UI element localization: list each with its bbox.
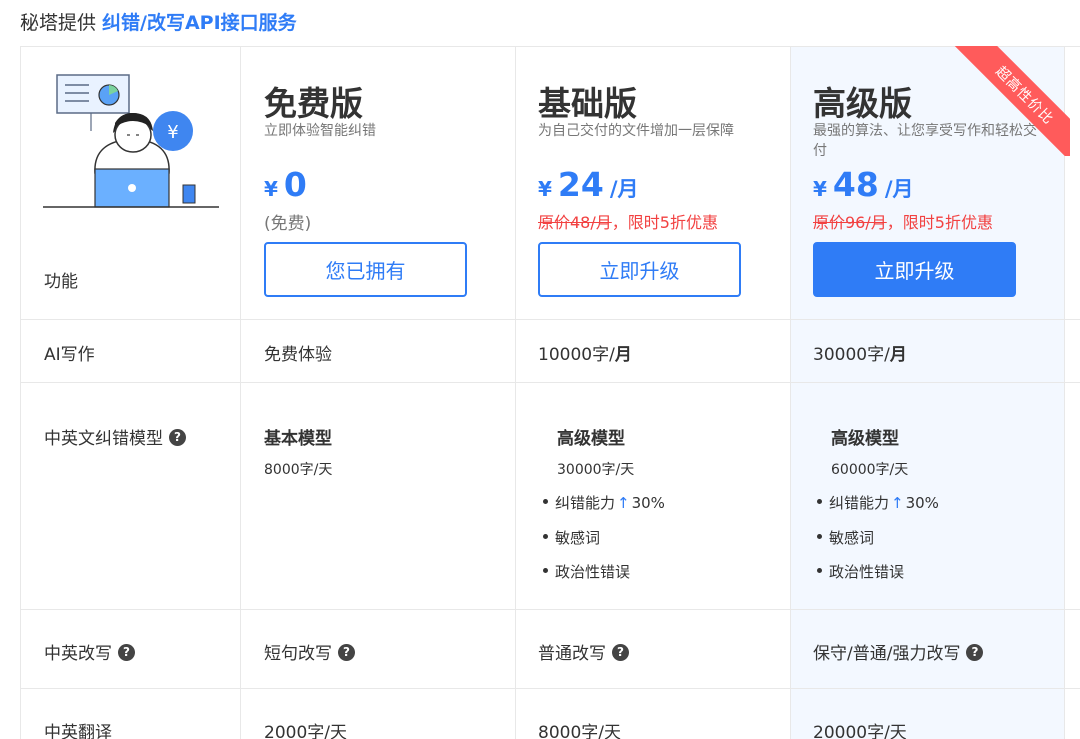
currency-symbol: ¥	[538, 177, 552, 201]
bullet-text: 纠错能力	[555, 494, 616, 512]
arrow-up-icon: ↑	[891, 494, 904, 512]
ai-writing-basic: 10000字/月	[538, 340, 632, 365]
best-value-ribbon: 超高性价比	[954, 46, 1070, 156]
premium-feature-political: 政治性错误	[817, 561, 904, 582]
rewrite-basic: 普通改写?	[538, 639, 629, 664]
price-amount: 48	[832, 165, 879, 204]
row-label-translate: 中英翻译	[44, 723, 112, 739]
plan-basic-name: 基础版	[538, 84, 637, 123]
plan-basic-desc: 为自己交付的文件增加一层保障	[538, 123, 734, 139]
plan-basic-promo: 原价48/月，限时5折优惠	[538, 209, 718, 233]
improve-percent: 30%	[631, 494, 665, 512]
price-amount: 24	[557, 165, 604, 204]
upgrade-basic-button[interactable]: 立即升级	[538, 242, 741, 297]
rewrite-premium: 保守/普通/强力改写?	[813, 639, 984, 664]
premium-feature-accuracy: 纠错能力 ↑ 30%	[817, 492, 939, 513]
page-header: 秘塔提供 纠错/改写API接口服务	[20, 8, 297, 35]
owned-button[interactable]: 您已拥有	[264, 242, 467, 297]
quota-value: 10000字/	[538, 345, 615, 365]
quota-period: 月	[889, 345, 907, 365]
row-divider	[21, 319, 1080, 320]
bullet-text: 敏感词	[829, 529, 875, 547]
premium-feature-sensitive: 敏感词	[817, 527, 874, 548]
svg-text:¥: ¥	[167, 122, 178, 143]
pricing-table: ¥ 功能 免费版 立即体验智能纠错 ¥0 (免费) 您已拥有 基础版 为自己交付…	[20, 46, 1080, 739]
arrow-up-icon: ↑	[617, 494, 630, 512]
ai-writing-free: 免费体验	[264, 345, 332, 365]
quota-value: 30000字/	[813, 345, 890, 365]
plan-basic-price: ¥24/月	[538, 165, 639, 204]
original-price: 原价48/月	[538, 213, 612, 232]
premium-model-title: 高级模型	[831, 429, 899, 449]
plan-free-note: (免费)	[264, 214, 312, 234]
bullet-dot	[817, 568, 822, 573]
price-unit: /月	[884, 177, 914, 201]
translate-premium: 20000字/天	[813, 723, 907, 739]
rewrite-premium-text: 保守/普通/强力改写	[813, 644, 961, 664]
feature-column-label: 功能	[44, 272, 78, 292]
upgrade-premium-button[interactable]: 立即升级	[813, 242, 1016, 297]
plan-free-price: ¥0	[264, 165, 307, 204]
translate-free: 2000字/天	[264, 723, 347, 739]
basic-model-title: 高级模型	[557, 429, 625, 449]
free-model-limit: 8000字/天	[264, 462, 333, 478]
plan-premium-promo: 原价96/月，限时5折优惠	[813, 209, 993, 233]
row-label-text: 中英文纠错模型	[44, 429, 163, 449]
illustration: ¥	[43, 74, 219, 208]
row-label-ai-writing: AI写作	[44, 345, 95, 365]
bullet-text: 政治性错误	[829, 563, 905, 581]
ribbon-container: 超高性价比	[930, 46, 1070, 156]
row-divider	[21, 609, 1080, 610]
bullet-text: 政治性错误	[555, 563, 631, 581]
row-label-correction-model: 中英文纠错模型?	[44, 424, 186, 449]
plan-premium-price: ¥48/月	[813, 165, 914, 204]
bullet-dot	[543, 568, 548, 573]
row-divider	[21, 688, 1080, 689]
row-label-text: 中英改写	[44, 644, 112, 664]
currency-symbol: ¥	[264, 177, 278, 201]
price-amount: 0	[283, 165, 307, 204]
row-divider	[21, 382, 1080, 383]
api-service-link[interactable]: 纠错/改写API接口服务	[102, 12, 297, 34]
help-icon[interactable]: ?	[169, 428, 186, 446]
plan-premium-name: 高级版	[813, 84, 912, 123]
basic-model-limit: 30000字/天	[557, 462, 635, 478]
bullet-text: 纠错能力	[829, 494, 890, 512]
currency-symbol: ¥	[813, 177, 827, 201]
translate-basic: 8000字/天	[538, 723, 621, 739]
help-icon[interactable]: ?	[118, 643, 135, 661]
quota-period: 月	[614, 345, 632, 365]
bullet-dot	[817, 499, 822, 504]
plan-free-name: 免费版	[264, 84, 363, 123]
basic-feature-sensitive: 敏感词	[543, 527, 600, 548]
column-divider	[515, 47, 516, 739]
free-model-title: 基本模型	[264, 429, 332, 449]
premium-model-limit: 60000字/天	[831, 462, 909, 478]
improve-percent: 30%	[905, 494, 939, 512]
bullet-dot	[543, 499, 548, 504]
promo-text: ，限时5折优惠	[611, 213, 718, 232]
rewrite-basic-text: 普通改写	[538, 644, 606, 664]
bullet-dot	[543, 534, 548, 539]
price-unit: /月	[609, 177, 639, 201]
bullet-dot	[817, 534, 822, 539]
rewrite-free: 短句改写?	[264, 639, 355, 664]
basic-feature-political: 政治性错误	[543, 561, 630, 582]
header-prefix: 秘塔提供	[20, 12, 97, 34]
rewrite-free-text: 短句改写	[264, 644, 332, 664]
column-divider	[240, 47, 241, 739]
promo-text: ，限时5折优惠	[886, 213, 993, 232]
ai-writing-premium: 30000字/月	[813, 340, 907, 365]
help-icon[interactable]: ?	[966, 643, 984, 661]
help-icon[interactable]: ?	[612, 643, 629, 661]
help-icon[interactable]: ?	[338, 643, 355, 661]
row-label-rewrite: 中英改写?	[44, 639, 135, 664]
plan-free-desc: 立即体验智能纠错	[264, 123, 376, 139]
basic-feature-accuracy: 纠错能力 ↑ 30%	[543, 492, 665, 513]
column-divider	[790, 47, 791, 739]
original-price: 原价96/月	[813, 213, 887, 232]
bullet-text: 敏感词	[555, 529, 601, 547]
